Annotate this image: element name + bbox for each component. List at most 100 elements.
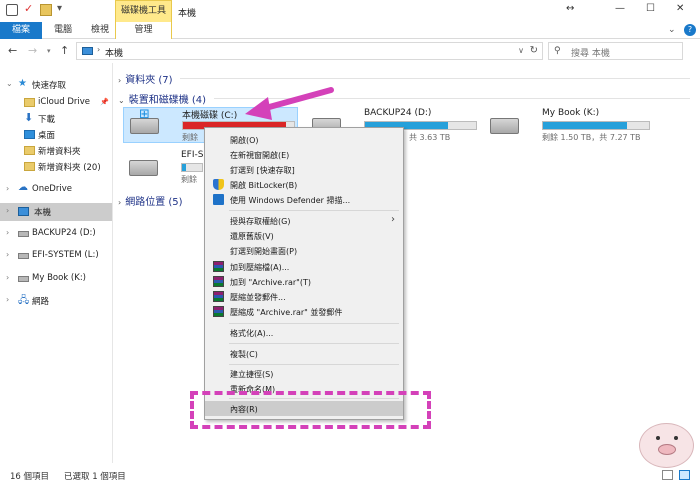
tab-file[interactable]: 檔案 (0, 22, 42, 39)
back-button[interactable]: ← (8, 44, 17, 57)
tab-manage[interactable]: 管理 (115, 22, 172, 39)
menu-item-defender-scan[interactable]: 使用 Windows Defender 掃描... (205, 192, 403, 207)
menu-item-label: 加到壓縮檔(A)... (230, 263, 290, 272)
group-label: 網路位置 (5) (125, 197, 183, 208)
menu-item-rename[interactable]: 重新命名(M) (205, 381, 403, 396)
chevron-right-icon[interactable]: › (6, 184, 9, 193)
group-divider (180, 78, 690, 79)
search-input[interactable]: ⚲ 搜尋 本機 (548, 42, 683, 60)
drive-tools-tab-title: 磁碟機工具 (115, 0, 172, 22)
menu-item-restore-versions[interactable]: 還原舊版(V) (205, 228, 403, 243)
checkbox-icon[interactable] (6, 4, 18, 16)
drive-tile-my-book[interactable]: My Book (K:) 剩餘 1.50 TB，共 7.27 TB (484, 108, 684, 144)
close-button[interactable]: ✕ (676, 3, 684, 14)
expand-ribbon-icon[interactable]: ⌄ (668, 25, 676, 35)
folder-icon (24, 162, 35, 171)
chevron-right-icon[interactable]: › (6, 206, 9, 215)
nav-item-my-book[interactable]: › My Book (K:) (0, 270, 112, 288)
menu-item-bitlocker[interactable]: 開啟 BitLocker(B) (205, 177, 403, 192)
nav-item-new-folder-20[interactable]: 新增資料夾 (20) (0, 158, 112, 176)
menu-item-pin-start[interactable]: 釘選到開始畫面(P) (205, 243, 403, 258)
group-divider (214, 98, 690, 99)
menu-item-label: 開啟 BitLocker(B) (230, 181, 298, 190)
menu-item-pin-quick-access[interactable]: 釘選到 [快速存取] (205, 162, 403, 177)
help-icon[interactable]: ? (684, 24, 696, 36)
nav-item-efi-system[interactable]: › EFI-SYSTEM (L:) (0, 247, 112, 265)
nav-item-onedrive[interactable]: › ☁ OneDrive (0, 181, 112, 199)
chevron-down-icon[interactable]: ⌄ (118, 96, 125, 105)
breadcrumb[interactable]: 本機 (105, 46, 123, 59)
refresh-icon[interactable]: ↻ (530, 45, 538, 56)
nav-item-this-pc[interactable]: › 本機 (0, 203, 112, 221)
recent-locations-dropdown[interactable]: ▾ (47, 47, 51, 55)
drive-usage-fill (543, 122, 627, 129)
item-count: 16 個項目 (10, 472, 50, 482)
up-button[interactable]: ↑ (60, 44, 69, 57)
nav-item-backup24[interactable]: › BACKUP24 (D:) (0, 225, 112, 243)
chevron-right-icon[interactable]: › (118, 198, 121, 207)
nav-item-quick-access[interactable]: ⌄ ★ 快速存取 (0, 76, 112, 94)
drive-usage-bar (181, 163, 203, 172)
nav-item-label: 新增資料夾 (38, 147, 81, 157)
chevron-right-icon[interactable]: › (6, 273, 9, 282)
drive-icon (18, 253, 29, 259)
menu-item-give-access[interactable]: 授與存取權給(G) › (205, 213, 403, 228)
nav-item-label: 桌面 (38, 131, 56, 141)
group-header-devices[interactable]: ⌄ 裝置和磁碟機 (4) (118, 91, 690, 106)
computer-icon (18, 207, 29, 216)
properties-icon[interactable]: ✓ (24, 2, 36, 15)
menu-item-add-archive-rar[interactable]: 加到 "Archive.rar"(T) (205, 274, 403, 289)
menu-item-compress-rar-email[interactable]: 壓縮成 "Archive.rar" 並發郵件 (205, 304, 403, 319)
computer-icon (82, 47, 93, 55)
menu-item-open-new-window[interactable]: 在新視窗開啟(E) (205, 147, 403, 162)
drive-name: BACKUP24 (D:) (364, 108, 432, 118)
status-bar: 16 個項目 已選取 1 個項目 (0, 466, 700, 485)
menu-item-properties[interactable]: 內容(R) (205, 401, 403, 416)
menu-item-add-archive[interactable]: 加到壓縮檔(A)... (205, 259, 403, 274)
bitlocker-shield-icon (213, 179, 224, 190)
menu-item-copy[interactable]: 複製(C) (205, 346, 403, 361)
drive-usage-fill (182, 164, 186, 171)
context-menu: 開啟(O) 在新視窗開啟(E) 釘選到 [快速存取] 開啟 BitLocker(… (204, 127, 404, 420)
desktop-icon (24, 130, 35, 139)
group-header-network[interactable]: › 網路位置 (5) (118, 193, 183, 208)
maximize-button[interactable]: ☐ (646, 3, 655, 14)
nav-item-label: 網路 (32, 297, 50, 307)
menu-item-create-shortcut[interactable]: 建立捷徑(S) (205, 366, 403, 381)
chevron-right-icon[interactable]: › (6, 250, 9, 259)
menu-item-format[interactable]: 格式化(A)... (205, 325, 403, 340)
menu-item-open[interactable]: 開啟(O) (205, 132, 403, 147)
chevron-right-icon[interactable]: › (118, 76, 121, 85)
nav-item-label: BACKUP24 (D:) (32, 228, 96, 238)
pane-splitter[interactable] (112, 63, 113, 463)
chevron-right-icon[interactable]: › (97, 45, 100, 54)
minimize-button[interactable]: — (615, 3, 625, 14)
details-view-button[interactable] (662, 470, 673, 480)
address-row: ← → ▾ ↑ › 本機 ∨ ↻ ⚲ 搜尋 本機 (0, 39, 700, 63)
group-header-folders[interactable]: › 資料夾 (7) (118, 71, 690, 86)
winrar-icon (213, 261, 224, 272)
menu-item-label: 使用 Windows Defender 掃描... (230, 196, 351, 205)
chevron-right-icon[interactable]: › (6, 228, 9, 237)
forward-button[interactable]: → (28, 44, 37, 57)
nav-item-label: 下載 (38, 115, 56, 125)
chevron-right-icon[interactable]: › (6, 295, 9, 304)
nav-item-label: EFI-SYSTEM (L:) (32, 250, 99, 260)
address-bar[interactable]: › 本機 ∨ ↻ (76, 42, 543, 60)
chevron-down-icon[interactable]: ⌄ (6, 79, 13, 88)
menu-item-label: 在新視窗開啟(E) (230, 151, 290, 160)
tab-computer[interactable]: 電腦 (48, 22, 78, 39)
tiles-view-button[interactable] (679, 470, 690, 480)
menu-item-compress-email[interactable]: 壓縮並發郵件... (205, 289, 403, 304)
windows-defender-icon (213, 194, 224, 205)
menu-item-label: 還原舊版(V) (230, 232, 274, 241)
tab-view[interactable]: 檢視 (85, 22, 115, 39)
new-folder-icon[interactable] (40, 4, 52, 16)
address-dropdown-icon[interactable]: ∨ (518, 46, 524, 55)
nav-item-label: 快速存取 (32, 81, 67, 91)
folder-icon (24, 146, 35, 155)
submenu-arrow-icon: › (391, 214, 395, 225)
winrar-icon (213, 306, 224, 317)
customize-dropdown-icon[interactable]: ▾ (57, 3, 69, 15)
nav-item-network[interactable]: › 🖧 網路 (0, 292, 112, 310)
